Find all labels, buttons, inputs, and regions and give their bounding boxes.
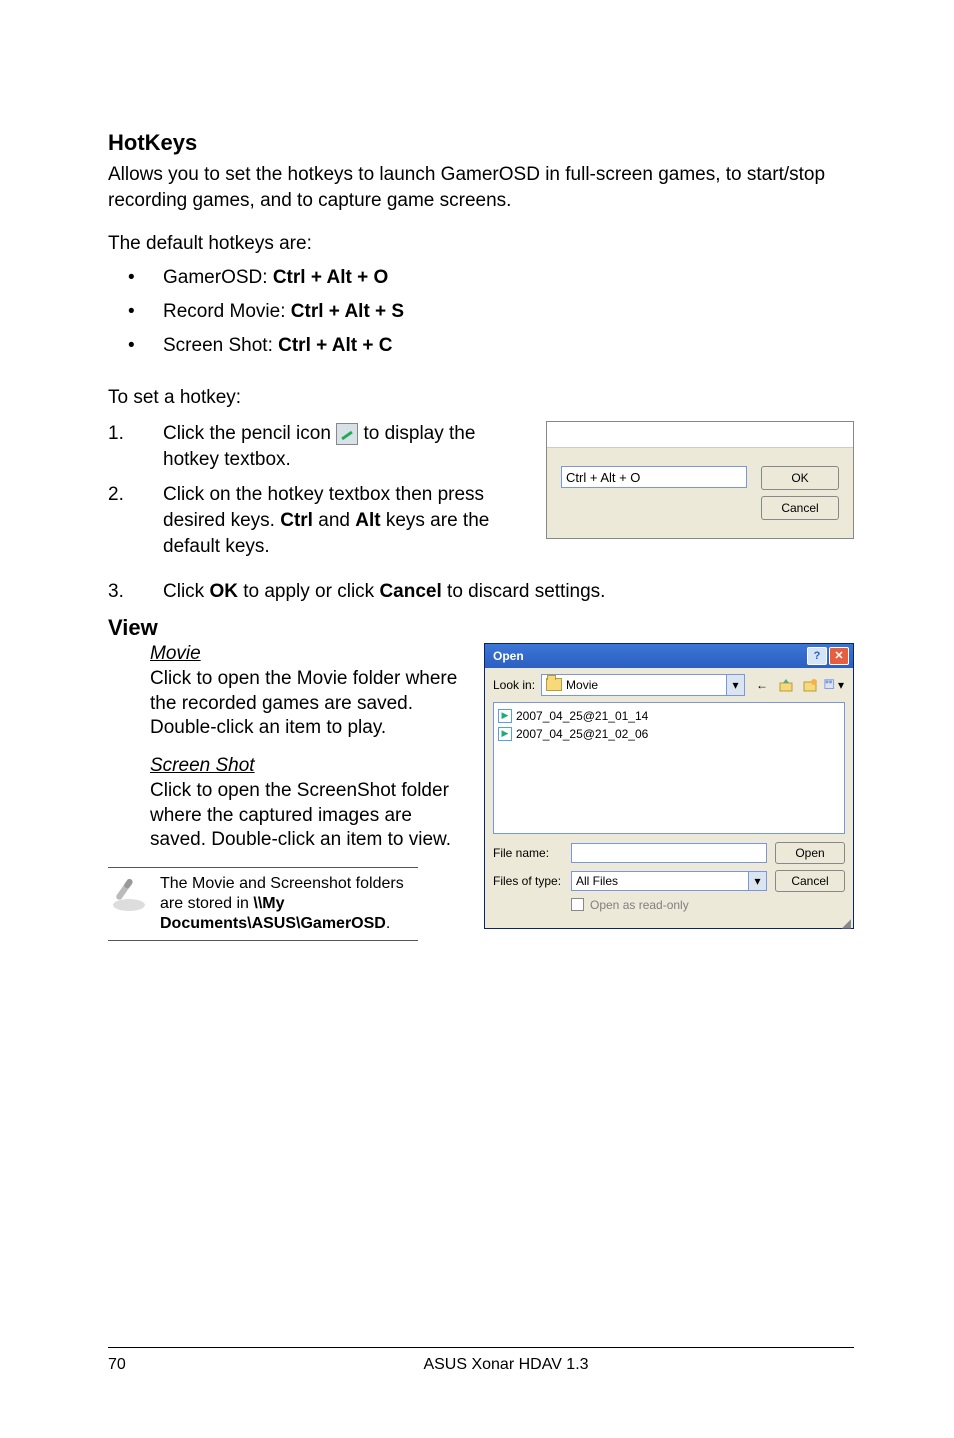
list-item: 2. Click on the hotkey textbox then pres… xyxy=(108,482,528,559)
ok-button[interactable]: OK xyxy=(761,466,839,490)
step-number: 2. xyxy=(108,482,124,508)
default-keys: Ctrl + Alt + C xyxy=(278,335,392,356)
note-text-c: . xyxy=(386,915,390,932)
view-menu-icon[interactable]: ▾ xyxy=(823,674,845,696)
step-number: 1. xyxy=(108,421,124,447)
hotkeys-heading: HotKeys xyxy=(108,130,854,156)
back-icon[interactable]: ← xyxy=(751,674,773,696)
up-one-level-icon[interactable] xyxy=(775,674,797,696)
hotkey-dialog: OK Cancel xyxy=(546,421,854,539)
file-icon: ▶ xyxy=(498,709,512,723)
help-icon[interactable]: ? xyxy=(807,647,827,665)
note-text: The Movie and Screenshot folders are sto… xyxy=(160,874,418,934)
checkbox-icon[interactable] xyxy=(571,898,584,911)
close-icon[interactable]: ✕ xyxy=(829,647,849,665)
list-item: Screen Shot: Ctrl + Alt + C xyxy=(128,329,854,363)
step-text: to discard settings. xyxy=(442,581,606,602)
note-box: The Movie and Screenshot folders are sto… xyxy=(108,867,418,941)
folder-icon xyxy=(546,678,562,691)
hotkeys-intro: Allows you to set the hotkeys to launch … xyxy=(108,162,854,213)
file-name: 2007_04_25@21_01_14 xyxy=(516,709,648,723)
file-name: 2007_04_25@21_02_06 xyxy=(516,727,648,741)
step-number: 3. xyxy=(108,579,124,605)
open-button[interactable]: Open xyxy=(775,842,845,864)
steps-list: 1. Click the pencil icon to display the … xyxy=(108,421,528,559)
file-name-label: File name: xyxy=(493,846,563,860)
footer-title: ASUS Xonar HDAV 1.3 xyxy=(158,1356,854,1374)
note-icon xyxy=(108,874,150,916)
file-icon: ▶ xyxy=(498,727,512,741)
page-footer: 70 ASUS Xonar HDAV 1.3 xyxy=(108,1347,854,1374)
hotkey-input[interactable] xyxy=(561,466,747,488)
default-label: GamerOSD: xyxy=(163,267,273,288)
resize-grip-icon[interactable]: ◢ xyxy=(485,920,853,928)
step-key: OK xyxy=(209,581,238,602)
files-of-type-value: All Files xyxy=(576,874,618,888)
list-item: Record Movie: Ctrl + Alt + S xyxy=(128,295,854,329)
defaults-list: GamerOSD: Ctrl + Alt + O Record Movie: C… xyxy=(108,261,854,364)
file-name-input[interactable] xyxy=(571,843,767,863)
open-dialog: Open ? ✕ Look in: Movie ▾ ← xyxy=(484,643,854,929)
default-label: Screen Shot: xyxy=(163,335,278,356)
file-item[interactable]: ▶ 2007_04_25@21_02_06 xyxy=(498,725,840,743)
look-in-value: Movie xyxy=(566,678,598,692)
set-hotkey-intro: To set a hotkey: xyxy=(108,385,854,411)
step-text: to apply or click xyxy=(238,581,380,602)
default-label: Record Movie: xyxy=(163,301,291,322)
step-text: Click xyxy=(163,581,209,602)
movie-section: Movie Click to open the Movie folder whe… xyxy=(150,643,466,741)
dialog-title: Open xyxy=(493,649,524,663)
chevron-down-icon[interactable]: ▾ xyxy=(726,675,744,695)
screenshot-desc: Click to open the ScreenShot folder wher… xyxy=(150,779,466,853)
step-key: Alt xyxy=(355,510,380,531)
read-only-label: Open as read-only xyxy=(590,898,689,912)
step-text: and xyxy=(313,510,355,531)
screenshot-heading: Screen Shot xyxy=(150,755,466,777)
view-heading: View xyxy=(108,615,854,641)
chevron-down-icon[interactable]: ▾ xyxy=(748,872,766,890)
cancel-button[interactable]: Cancel xyxy=(761,496,839,520)
default-keys: Ctrl + Alt + S xyxy=(291,301,404,322)
default-keys: Ctrl + Alt + O xyxy=(273,267,388,288)
files-of-type-label: Files of type: xyxy=(493,874,563,888)
read-only-checkbox[interactable]: Open as read-only xyxy=(571,898,767,912)
look-in-combo[interactable]: Movie ▾ xyxy=(541,674,745,696)
cancel-button[interactable]: Cancel xyxy=(775,870,845,892)
list-item: 3. Click OK to apply or click Cancel to … xyxy=(108,579,854,605)
file-item[interactable]: ▶ 2007_04_25@21_01_14 xyxy=(498,707,840,725)
file-list[interactable]: ▶ 2007_04_25@21_01_14 ▶ 2007_04_25@21_02_0… xyxy=(493,702,845,834)
movie-heading: Movie xyxy=(150,643,466,665)
look-in-label: Look in: xyxy=(493,678,535,692)
list-item: 1. Click the pencil icon to display the … xyxy=(108,421,528,472)
pencil-icon xyxy=(336,423,358,445)
list-item: GamerOSD: Ctrl + Alt + O xyxy=(128,261,854,295)
dialog-titlebar[interactable]: Open ? ✕ xyxy=(485,644,853,668)
files-of-type-combo[interactable]: All Files ▾ xyxy=(571,871,767,891)
page-number: 70 xyxy=(108,1356,158,1374)
step-text: Click the pencil icon xyxy=(163,423,336,444)
new-folder-icon[interactable] xyxy=(799,674,821,696)
steps-list-cont: 3. Click OK to apply or click Cancel to … xyxy=(108,579,854,605)
screenshot-section: Screen Shot Click to open the ScreenShot… xyxy=(150,755,466,853)
step-key: Ctrl xyxy=(280,510,313,531)
step-key: Cancel xyxy=(379,581,441,602)
movie-desc: Click to open the Movie folder where the… xyxy=(150,667,466,741)
dialog-titlebar xyxy=(547,422,853,448)
defaults-intro: The default hotkeys are: xyxy=(108,231,854,257)
